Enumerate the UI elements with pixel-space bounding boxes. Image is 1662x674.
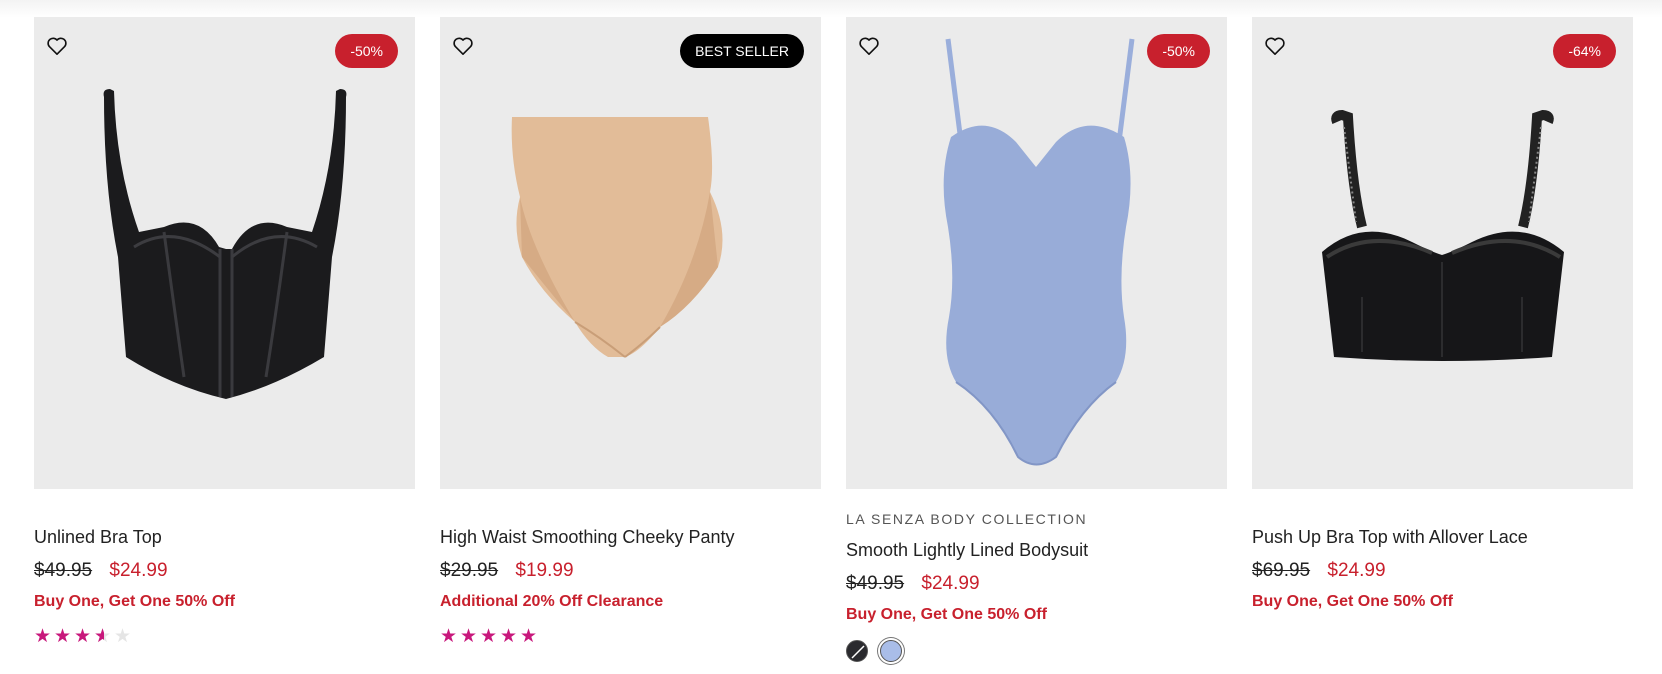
product-image-container[interactable]: -50% (846, 17, 1227, 489)
heart-outline-icon (1265, 37, 1285, 55)
wishlist-button[interactable] (450, 33, 476, 59)
top-shade (0, 0, 1662, 18)
product-image[interactable] (846, 17, 1227, 489)
product-card[interactable]: -50% LA SENZA BODY COLLECTION Smooth Lig… (846, 17, 1227, 662)
heart-outline-icon (47, 37, 67, 55)
star-icon: ★ (480, 626, 499, 647)
star-icon: ★ (500, 626, 519, 647)
product-image-container[interactable]: -64% (1252, 17, 1633, 489)
original-price: $49.95 (34, 560, 93, 581)
wishlist-button[interactable] (856, 33, 882, 59)
discount-badge: -50% (335, 34, 398, 68)
promo-text: Buy One, Get One 50% Off (34, 593, 235, 610)
price-row: $49.95 $24.99 (34, 558, 415, 583)
best-seller-badge: BEST SELLER (680, 34, 804, 68)
star-icon: ★ (54, 626, 73, 647)
price-row: $49.95 $24.99 (846, 571, 1227, 596)
heart-outline-icon (453, 37, 473, 55)
star-empty-icon: ★ (114, 626, 133, 647)
product-image[interactable] (1252, 17, 1633, 489)
product-image-container[interactable]: BEST SELLER (440, 17, 821, 489)
wishlist-button[interactable] (1262, 33, 1288, 59)
product-name[interactable]: Smooth Lightly Lined Bodysuit (846, 538, 1227, 562)
price-row: $69.95 $24.99 (1252, 558, 1633, 583)
star-icon: ★ (74, 626, 93, 647)
sale-price: $24.99 (109, 560, 168, 581)
price-row: $29.95 $19.99 (440, 558, 821, 583)
star-half-icon: ★ (94, 625, 114, 648)
original-price: $69.95 (1252, 560, 1311, 581)
star-icon: ★ (34, 626, 53, 647)
discount-badge: -64% (1553, 34, 1616, 68)
color-swatches (846, 640, 1227, 662)
star-icon: ★ (520, 626, 539, 647)
rating-stars[interactable]: ★★★★★ (440, 625, 821, 649)
product-image[interactable] (440, 17, 821, 489)
promo-text: Buy One, Get One 50% Off (1252, 593, 1453, 610)
star-icon: ★ (440, 626, 459, 647)
brand-label: LA SENZA BODY COLLECTION (846, 511, 1088, 527)
heart-outline-icon (859, 37, 879, 55)
promo-text: Additional 20% Off Clearance (440, 593, 664, 610)
product-card[interactable]: -50% Unlined Bra Top $49.95 $24.99 Buy O… (34, 17, 415, 662)
sale-price: $24.99 (921, 573, 980, 594)
wishlist-button[interactable] (44, 33, 70, 59)
original-price: $29.95 (440, 560, 499, 581)
product-image[interactable] (34, 17, 415, 489)
original-price: $49.95 (846, 573, 905, 594)
color-swatch-periwinkle[interactable] (880, 640, 902, 662)
product-name[interactable]: Push Up Bra Top with Allover Lace (1252, 525, 1633, 549)
product-image-container[interactable]: -50% (34, 17, 415, 489)
product-name[interactable]: High Waist Smoothing Cheeky Panty (440, 525, 821, 549)
sale-price: $24.99 (1327, 560, 1386, 581)
product-card[interactable]: BEST SELLER High Waist Smoothing Cheeky … (440, 17, 821, 662)
product-card[interactable]: -64% Push Up Bra Top with Allover Lace $… (1252, 17, 1633, 662)
discount-badge: -50% (1147, 34, 1210, 68)
swatch-slash-icon (851, 645, 865, 659)
color-swatch-black[interactable] (846, 640, 868, 662)
sale-price: $19.99 (515, 560, 574, 581)
product-name[interactable]: Unlined Bra Top (34, 525, 415, 549)
rating-stars[interactable]: ★★★★★ (34, 625, 415, 649)
star-icon: ★ (460, 626, 479, 647)
promo-text: Buy One, Get One 50% Off (846, 606, 1047, 623)
product-grid: -50% Unlined Bra Top $49.95 $24.99 Buy O… (34, 17, 1633, 662)
